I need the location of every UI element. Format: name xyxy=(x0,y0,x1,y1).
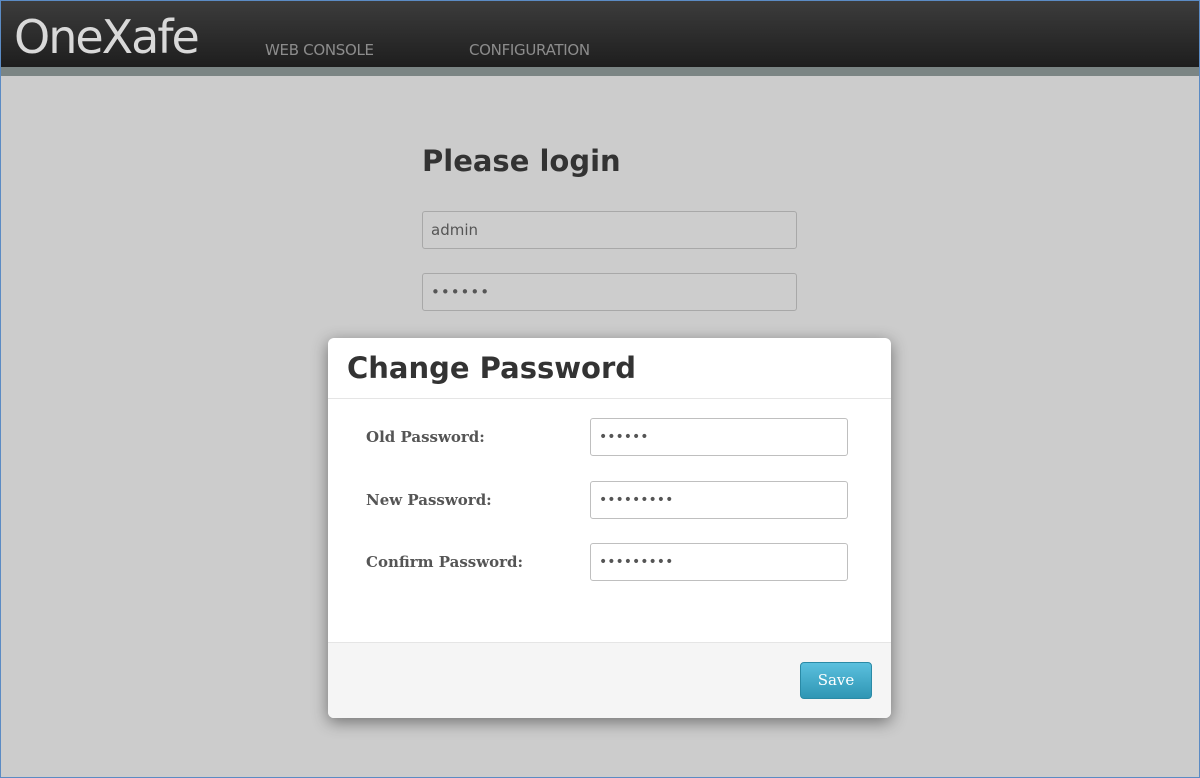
new-password-label: New Password: xyxy=(366,491,492,509)
brand-logo[interactable]: OneXafe xyxy=(14,7,200,67)
new-password-field[interactable]: ••••••••• xyxy=(590,481,848,519)
confirm-password-label: Confirm Password: xyxy=(366,553,524,571)
dialog-header: Change Password xyxy=(328,338,891,399)
navbar-divider xyxy=(1,67,1199,76)
old-password-field[interactable]: •••••• xyxy=(590,418,848,456)
top-navbar: OneXafe WEB CONSOLE CONFIGURATION xyxy=(1,1,1199,67)
confirm-password-row: Confirm Password: ••••••••• xyxy=(328,543,891,581)
change-password-dialog: Change Password Old Password: •••••• New… xyxy=(328,338,891,718)
new-password-row: New Password: ••••••••• xyxy=(328,481,891,519)
save-button[interactable]: Save xyxy=(800,662,872,699)
dialog-title: Change Password xyxy=(347,351,637,385)
login-title: Please login xyxy=(422,144,621,178)
nav-web-console[interactable]: WEB CONSOLE xyxy=(265,41,374,59)
old-password-label: Old Password: xyxy=(366,428,485,446)
nav-configuration[interactable]: CONFIGURATION xyxy=(469,41,590,59)
dialog-footer: Save xyxy=(328,642,891,718)
old-password-row: Old Password: •••••• xyxy=(328,418,891,456)
username-input[interactable]: admin xyxy=(422,211,797,249)
confirm-password-field[interactable]: ••••••••• xyxy=(590,543,848,581)
password-input[interactable]: •••••• xyxy=(422,273,797,311)
